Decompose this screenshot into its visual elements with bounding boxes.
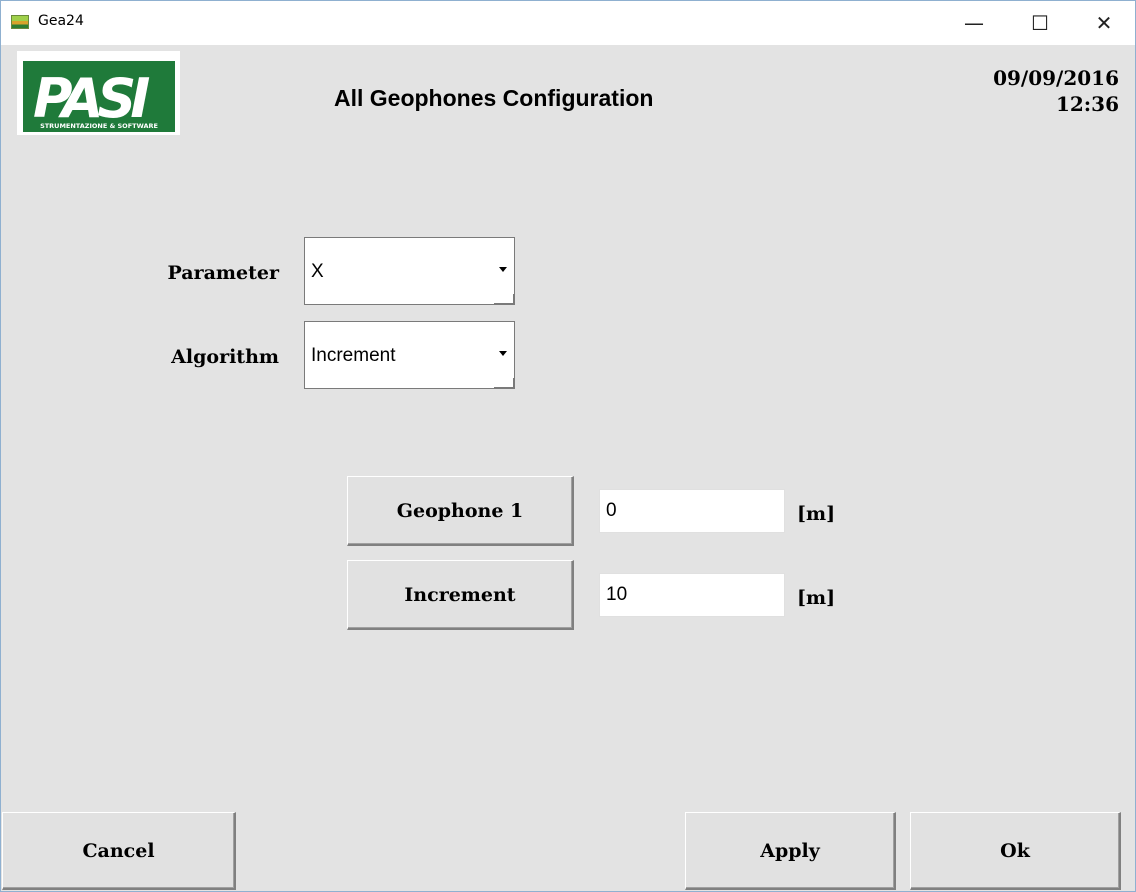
logo-tagline: STRUMENTAZIONE & SOFTWARE [23, 121, 175, 132]
increment-button[interactable]: Increment [347, 560, 574, 630]
geophone1-unit: [m] [797, 503, 836, 525]
app-icon [11, 15, 29, 29]
close-icon: ✕ [1095, 11, 1113, 35]
parameter-select[interactable]: X [304, 237, 515, 305]
combo-corner [494, 294, 514, 304]
algorithm-label: Algorithm [171, 346, 279, 368]
datetime-display: 09/09/2016 12:36 [993, 65, 1119, 117]
maximize-button[interactable]: ☐ [1017, 1, 1063, 45]
company-logo: PASI STRUMENTAZIONE & SOFTWARE [17, 51, 180, 135]
increment-unit: [m] [797, 587, 836, 609]
app-window: Gea24 — ☐ ✕ PASI STRUMENTAZIONE & SOFTWA… [0, 0, 1136, 892]
dropdown-arrow-icon[interactable] [499, 267, 507, 272]
time-text: 12:36 [1055, 92, 1119, 116]
increment-input[interactable]: 10 [599, 573, 785, 617]
dropdown-arrow-icon[interactable] [499, 351, 507, 356]
window-title: Gea24 [38, 13, 84, 29]
apply-button[interactable]: Apply [685, 812, 896, 890]
date-text: 09/09/2016 [993, 66, 1119, 90]
geophone1-input[interactable]: 0 [599, 489, 785, 533]
parameter-value: X [311, 261, 324, 282]
ok-button[interactable]: Ok [910, 812, 1121, 890]
algorithm-select[interactable]: Increment [304, 321, 515, 389]
combo-corner [494, 378, 514, 388]
maximize-icon: ☐ [1031, 11, 1049, 35]
close-button[interactable]: ✕ [1081, 1, 1127, 45]
minimize-button[interactable]: — [951, 1, 997, 45]
title-bar[interactable]: Gea24 — ☐ ✕ [1, 1, 1135, 45]
minimize-icon: — [964, 11, 984, 35]
logo-band: PASI [23, 61, 175, 129]
geophone1-button[interactable]: Geophone 1 [347, 476, 574, 546]
algorithm-value: Increment [311, 345, 396, 366]
cancel-button[interactable]: Cancel [2, 812, 236, 890]
page-title: All Geophones Configuration [334, 85, 654, 111]
logo-letters: PASI [33, 67, 150, 130]
parameter-label: Parameter [167, 262, 279, 284]
